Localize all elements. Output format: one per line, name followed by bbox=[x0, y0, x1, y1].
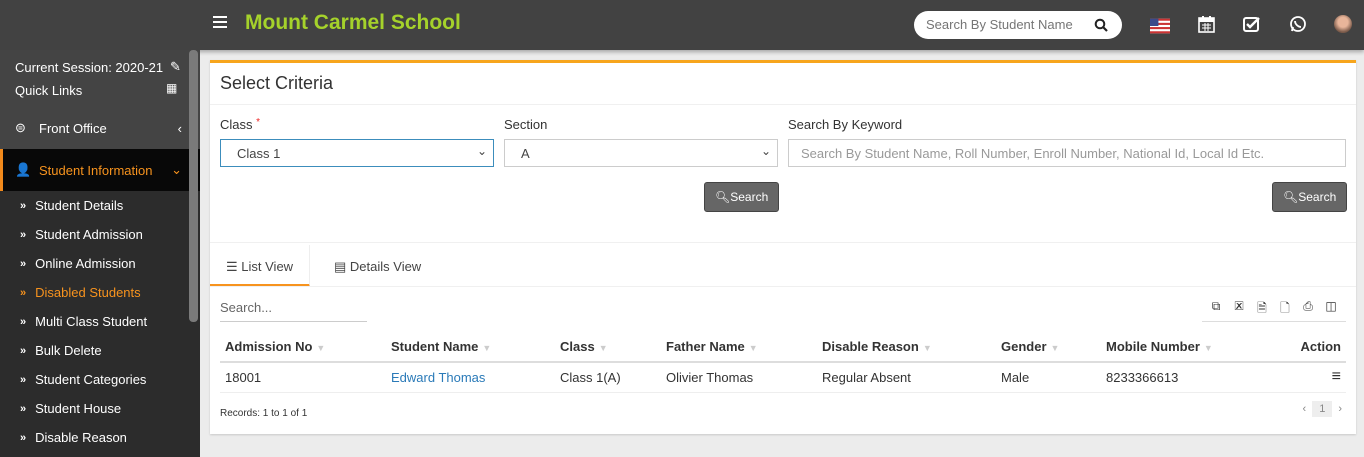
keyword-input[interactable]: Search By Student Name, Roll Number, Enr… bbox=[788, 139, 1346, 167]
chevron-left-icon: ‹ bbox=[177, 120, 182, 136]
user-plus-icon: 👤 bbox=[15, 162, 32, 177]
column-header[interactable]: Student Name ▼ bbox=[386, 331, 555, 363]
action-menu-icon[interactable]: ≡ bbox=[1272, 362, 1346, 393]
csv-icon[interactable]: 🗎 bbox=[1254, 299, 1270, 315]
student-search[interactable] bbox=[914, 11, 1122, 39]
class-select[interactable]: Class 1 ⌄ bbox=[220, 139, 494, 167]
newspaper-icon: ▤ bbox=[334, 259, 350, 274]
double-chevron-icon: » bbox=[20, 286, 27, 299]
excel-icon[interactable]: 🗷 bbox=[1231, 299, 1247, 315]
quick-links[interactable]: Quick Links ▦ bbox=[15, 81, 185, 106]
student-name-link[interactable]: Edward Thomas bbox=[391, 370, 485, 385]
tab-details-view[interactable]: ▤ Details View bbox=[318, 245, 437, 287]
calendar-icon[interactable] bbox=[1197, 15, 1217, 33]
divider bbox=[210, 286, 1356, 287]
column-header[interactable]: Admission No ▼ bbox=[220, 331, 386, 363]
sidebar-subitem[interactable]: » Student Details bbox=[0, 191, 200, 220]
columns-icon[interactable]: ◫ bbox=[1323, 299, 1339, 315]
current-session[interactable]: Current Session: 2020-21 ✎ bbox=[15, 59, 185, 83]
search-icon[interactable] bbox=[1094, 18, 1108, 32]
sidebar-subitem[interactable]: » Multi Class Student bbox=[0, 307, 200, 336]
search-by-class-button[interactable]: 🔍︎Search bbox=[704, 182, 780, 212]
sidebar-subitem[interactable]: » Disable Reason bbox=[0, 423, 200, 452]
double-chevron-icon: » bbox=[20, 315, 27, 328]
us-flag-icon[interactable] bbox=[1150, 17, 1170, 35]
double-chevron-icon: » bbox=[20, 344, 27, 357]
menu-icon[interactable] bbox=[213, 16, 227, 28]
table-search-input[interactable]: Search... bbox=[220, 300, 367, 322]
search-icon: 🔍︎ bbox=[1283, 190, 1299, 204]
column-header[interactable]: Gender ▼ bbox=[996, 331, 1101, 363]
sidebar: Current Session: 2020-21 ✎ Quick Links ▦ ⊜… bbox=[0, 50, 200, 457]
sidebar-item-student-information[interactable]: 👤 Student Information ⌄ bbox=[0, 149, 200, 191]
grid-icon[interactable]: ▦ bbox=[166, 81, 177, 95]
column-header[interactable]: Class ▼ bbox=[555, 331, 661, 363]
next-page[interactable]: › bbox=[1338, 403, 1342, 415]
search-by-keyword-button[interactable]: 🔍︎Search bbox=[1272, 182, 1348, 212]
section-select[interactable]: A ⌄ bbox=[504, 139, 778, 167]
sidebar-subitem[interactable]: » Student Admission bbox=[0, 220, 200, 249]
disabled-students-table: Admission No ▼ Student Name ▼ Class ▼ Fathe… bbox=[220, 331, 1346, 393]
chevron-down-icon: ⌄ bbox=[760, 144, 771, 158]
prev-page[interactable]: ‹ bbox=[1303, 403, 1307, 415]
sidebar-subitem-active[interactable]: » Disabled Students bbox=[0, 278, 200, 307]
chevron-down-icon: ⌄ bbox=[171, 162, 182, 177]
pagination: ‹ 1 › bbox=[1303, 401, 1342, 417]
double-chevron-icon: » bbox=[20, 402, 27, 415]
double-chevron-icon: » bbox=[20, 373, 27, 386]
checkbox-icon[interactable] bbox=[1242, 15, 1262, 33]
card-title: Select Criteria bbox=[220, 73, 334, 93]
column-header[interactable]: Father Name ▼ bbox=[661, 331, 817, 363]
print-icon[interactable]: ⎙ bbox=[1300, 299, 1316, 315]
student-search-input[interactable] bbox=[926, 17, 1076, 32]
pencil-icon[interactable]: ✎ bbox=[170, 59, 181, 75]
divider bbox=[210, 104, 1356, 105]
section-label: Section bbox=[504, 117, 548, 132]
tab-list-view[interactable]: ☰ List View bbox=[210, 245, 311, 287]
top-header: Mount Carmel School bbox=[0, 0, 1364, 50]
page-1[interactable]: 1 bbox=[1312, 401, 1333, 417]
pdf-icon[interactable]: 🗋 bbox=[1277, 299, 1293, 315]
keyword-label: Search By Keyword bbox=[788, 117, 903, 132]
whatsapp-icon[interactable] bbox=[1288, 15, 1308, 33]
front-office-icon: ⊜ bbox=[15, 120, 26, 135]
search-icon: 🔍︎ bbox=[715, 190, 731, 204]
table-row: 18001 Edward Thomas Class 1(A) Olivier T… bbox=[220, 362, 1346, 393]
sidebar-item-front-office[interactable]: ⊜ Front Office ‹ bbox=[0, 107, 200, 149]
sidebar-scrollbar[interactable] bbox=[189, 50, 198, 322]
select-criteria-card: Select Criteria Class * Class 1 ⌄ Section… bbox=[210, 60, 1356, 434]
records-info: Records: 1 to 1 of 1 bbox=[220, 408, 308, 419]
school-name: Mount Carmel School bbox=[245, 11, 461, 34]
sidebar-subitem[interactable]: » Student House bbox=[0, 394, 200, 423]
double-chevron-icon: » bbox=[20, 228, 27, 241]
double-chevron-icon: » bbox=[20, 257, 27, 270]
double-chevron-icon: » bbox=[20, 431, 27, 444]
export-toolbar: ⧉ 🗷 🗎 🗋 ⎙ ◫ bbox=[1202, 299, 1346, 322]
user-avatar[interactable] bbox=[1334, 15, 1352, 33]
copy-icon[interactable]: ⧉ bbox=[1208, 299, 1224, 315]
sidebar-subitem[interactable]: » Online Admission bbox=[0, 249, 200, 278]
session-block: Current Session: 2020-21 ✎ Quick Links ▦ bbox=[0, 50, 200, 107]
column-header: Action bbox=[1272, 331, 1346, 363]
column-header[interactable]: Mobile Number ▼ bbox=[1101, 331, 1273, 363]
class-label: Class * bbox=[220, 117, 261, 132]
chevron-down-icon: ⌄ bbox=[476, 144, 487, 158]
column-header[interactable]: Disable Reason ▼ bbox=[817, 331, 996, 363]
sidebar-subitem[interactable]: » Student Categories bbox=[0, 365, 200, 394]
sidebar-subitem[interactable]: » Bulk Delete bbox=[0, 336, 200, 365]
divider bbox=[210, 242, 1356, 243]
list-icon: ☰ bbox=[226, 259, 242, 274]
double-chevron-icon: » bbox=[20, 199, 27, 212]
